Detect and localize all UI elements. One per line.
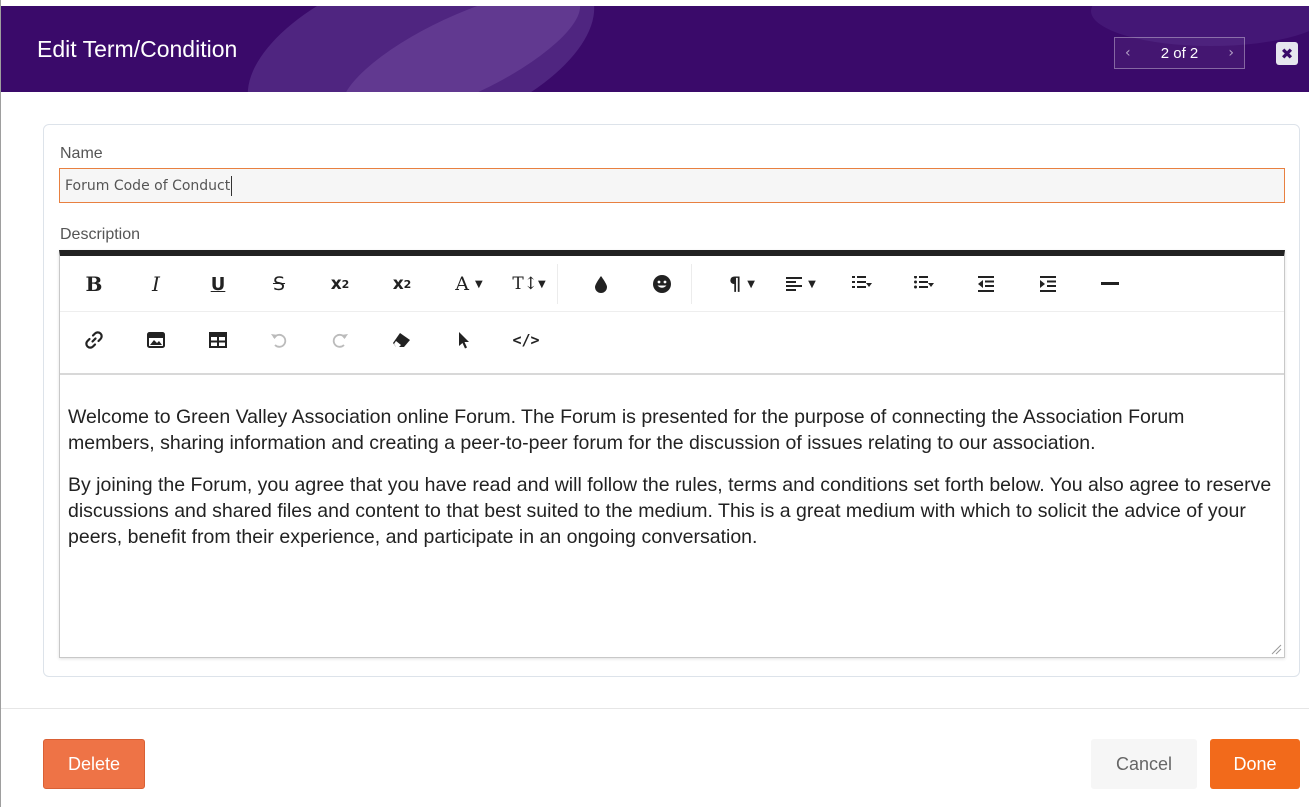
- redo-icon[interactable]: [318, 312, 362, 368]
- underline-icon[interactable]: U: [196, 256, 240, 312]
- toolbar-row-formatting: B I U S x2 x2 A ▼ T↕ ▼ ¶ ▼ ▼: [60, 256, 1284, 312]
- outdent-icon[interactable]: [964, 256, 1008, 312]
- toolbar-row-insert: </>: [60, 312, 1284, 368]
- editor-toolbar: B I U S x2 x2 A ▼ T↕ ▼ ¶ ▼ ▼ </>: [60, 256, 1284, 375]
- toolbar-separator: [557, 264, 558, 304]
- emoji-icon[interactable]: [640, 256, 684, 312]
- editor-content[interactable]: Welcome to Green Valley Association onli…: [60, 375, 1284, 658]
- indent-icon[interactable]: [1026, 256, 1070, 312]
- clear-formatting-icon[interactable]: [380, 312, 424, 368]
- undo-icon[interactable]: [257, 312, 301, 368]
- content-paragraph: By joining the Forum, you agree that you…: [68, 474, 1272, 548]
- paragraph-format-icon[interactable]: ¶ ▼: [715, 256, 769, 312]
- rich-text-editor: B I U S x2 x2 A ▼ T↕ ▼ ¶ ▼ ▼ </> Welcome…: [59, 250, 1285, 658]
- modal-header: Edit Term/Condition ‹ 2 of 2 › ✖: [1, 6, 1309, 92]
- bold-icon[interactable]: B: [72, 256, 116, 312]
- link-icon[interactable]: [72, 312, 116, 368]
- edit-term-modal: Edit Term/Condition ‹ 2 of 2 › ✖ Name Fo…: [0, 0, 1309, 807]
- select-all-icon[interactable]: [442, 312, 486, 368]
- delete-button[interactable]: Delete: [43, 739, 145, 789]
- name-label: Name: [60, 145, 103, 162]
- table-icon[interactable]: [196, 312, 240, 368]
- code-view-icon[interactable]: </>: [504, 312, 548, 368]
- font-size-icon[interactable]: T↕ ▼: [504, 256, 554, 312]
- pager-count: 2 of 2: [1160, 44, 1199, 62]
- color-drop-icon[interactable]: [579, 256, 623, 312]
- superscript-icon[interactable]: x2: [380, 256, 424, 312]
- done-button[interactable]: Done: [1210, 739, 1300, 789]
- ordered-list-icon[interactable]: [840, 256, 884, 312]
- modal-title: Edit Term/Condition: [37, 36, 238, 62]
- strikethrough-icon[interactable]: S: [257, 256, 301, 312]
- align-icon[interactable]: ▼: [774, 256, 828, 312]
- name-field[interactable]: Forum Code of Conduct: [59, 168, 1285, 203]
- italic-icon[interactable]: I: [134, 256, 178, 312]
- toolbar-separator: [691, 264, 692, 304]
- content-paragraph: Welcome to Green Valley Association onli…: [68, 406, 1185, 454]
- name-field-value: Forum Code of Conduct: [65, 177, 231, 194]
- form-card: Name Forum Code of Conduct Description B…: [43, 124, 1300, 677]
- chevron-left-icon[interactable]: ‹: [1125, 45, 1131, 61]
- resize-handle-icon[interactable]: [1270, 643, 1282, 655]
- close-icon[interactable]: ✖: [1276, 42, 1298, 65]
- horizontal-line-icon[interactable]: [1088, 256, 1132, 312]
- description-label: Description: [60, 226, 141, 243]
- subscript-icon[interactable]: x2: [318, 256, 362, 312]
- cancel-button[interactable]: Cancel: [1091, 739, 1197, 789]
- unordered-list-icon[interactable]: [902, 256, 946, 312]
- record-pager: ‹ 2 of 2 ›: [1114, 37, 1245, 69]
- text-caret: [231, 175, 233, 196]
- font-family-icon[interactable]: A ▼: [442, 256, 496, 312]
- image-icon[interactable]: [134, 312, 178, 368]
- footer-divider: [1, 708, 1309, 709]
- chevron-right-icon[interactable]: ›: [1228, 45, 1234, 61]
